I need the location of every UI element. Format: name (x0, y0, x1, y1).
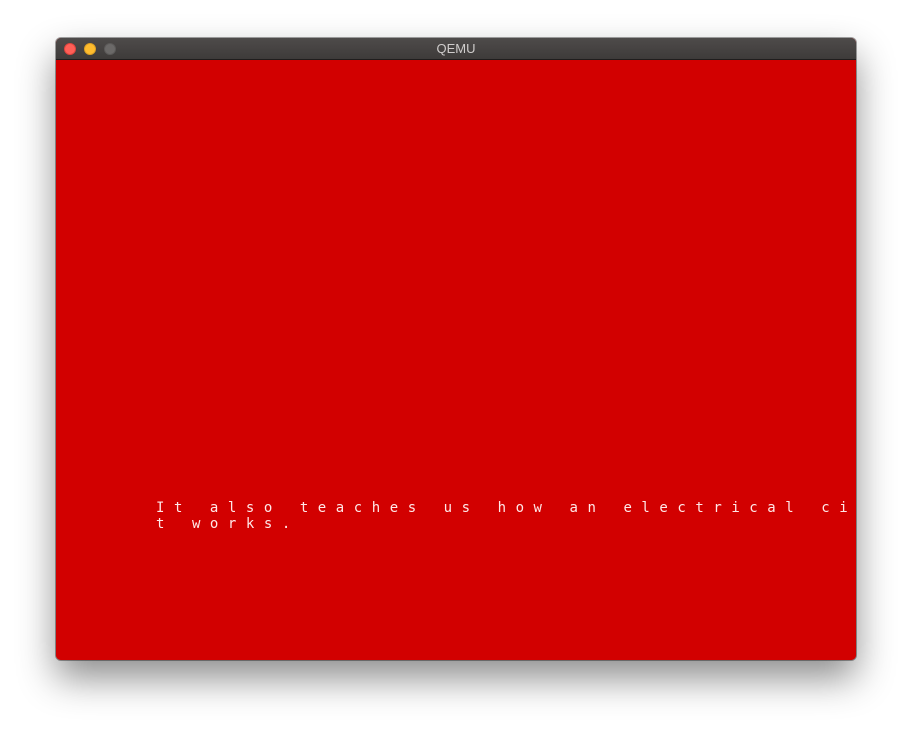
console-line-2: t works. (156, 516, 300, 532)
qemu-window: QEMU It also teaches us how an electrica… (56, 38, 856, 660)
emulator-screen[interactable]: It also teaches us how an electrical cir… (56, 60, 856, 660)
window-titlebar[interactable]: QEMU (56, 38, 856, 60)
console-line-1: It also teaches us how an electrical cir… (156, 500, 856, 516)
console-output: It also teaches us how an electrical cir… (156, 500, 856, 532)
window-title: QEMU (436, 41, 476, 56)
